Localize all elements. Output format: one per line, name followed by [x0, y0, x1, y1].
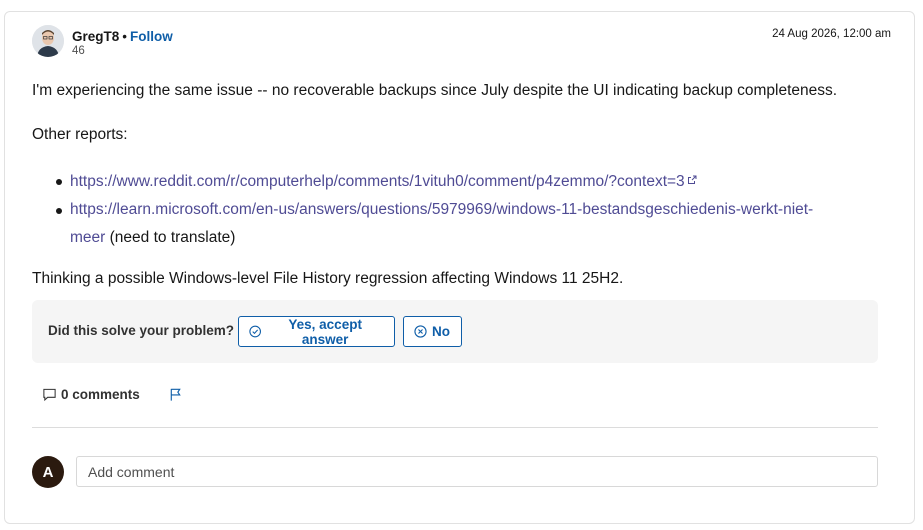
current-user-avatar[interactable]: A [32, 456, 64, 488]
reddit-link[interactable]: https://www.reddit.com/r/computerhelp/co… [70, 173, 685, 190]
follow-link[interactable]: Follow [130, 29, 173, 44]
no-label: No [432, 324, 450, 339]
check-circle-icon [249, 325, 261, 338]
flag-icon [170, 388, 181, 401]
accept-answer-label: Yes, accept answer [288, 316, 362, 347]
add-comment-input[interactable] [76, 456, 878, 487]
author-avatar[interactable] [32, 25, 64, 57]
post-paragraph: Thinking a possible Windows-level File H… [32, 270, 624, 287]
link-note: (need to translate) [105, 229, 236, 246]
external-link-icon [687, 167, 697, 195]
comment-icon [43, 388, 56, 402]
microsoft-link-continued[interactable]: meer [70, 229, 105, 246]
separator: • [122, 29, 127, 44]
dismiss-circle-icon [414, 325, 427, 338]
accept-answer-button[interactable]: Yes, accept answer [238, 316, 395, 347]
divider [32, 427, 878, 428]
author-reputation: 46 [72, 45, 85, 57]
list-item: https://www.reddit.com/r/computerhelp/co… [56, 167, 856, 196]
comments-button[interactable]: 0 comments [42, 387, 140, 402]
author-line: GregT8 • Follow [72, 29, 173, 45]
list-item: https://learn.microsoft.com/en-us/answer… [56, 196, 856, 252]
post-timestamp: 24 Aug 2026, 12:00 am [772, 28, 891, 40]
reports-list: https://www.reddit.com/r/computerhelp/co… [56, 167, 856, 252]
report-button[interactable] [168, 387, 183, 407]
no-button[interactable]: No [403, 316, 462, 347]
microsoft-link[interactable]: https://learn.microsoft.com/en-us/answer… [70, 201, 813, 218]
feedback-question: Did this solve your problem? [48, 323, 235, 338]
author-name[interactable]: GregT8 [72, 29, 119, 44]
feedback-panel: Did this solve your problem? Yes, accept… [32, 300, 878, 363]
post-paragraph: Other reports: [32, 126, 128, 143]
post-paragraph: I'm experiencing the same issue -- no re… [32, 82, 838, 99]
comments-count: 0 comments [61, 387, 140, 402]
